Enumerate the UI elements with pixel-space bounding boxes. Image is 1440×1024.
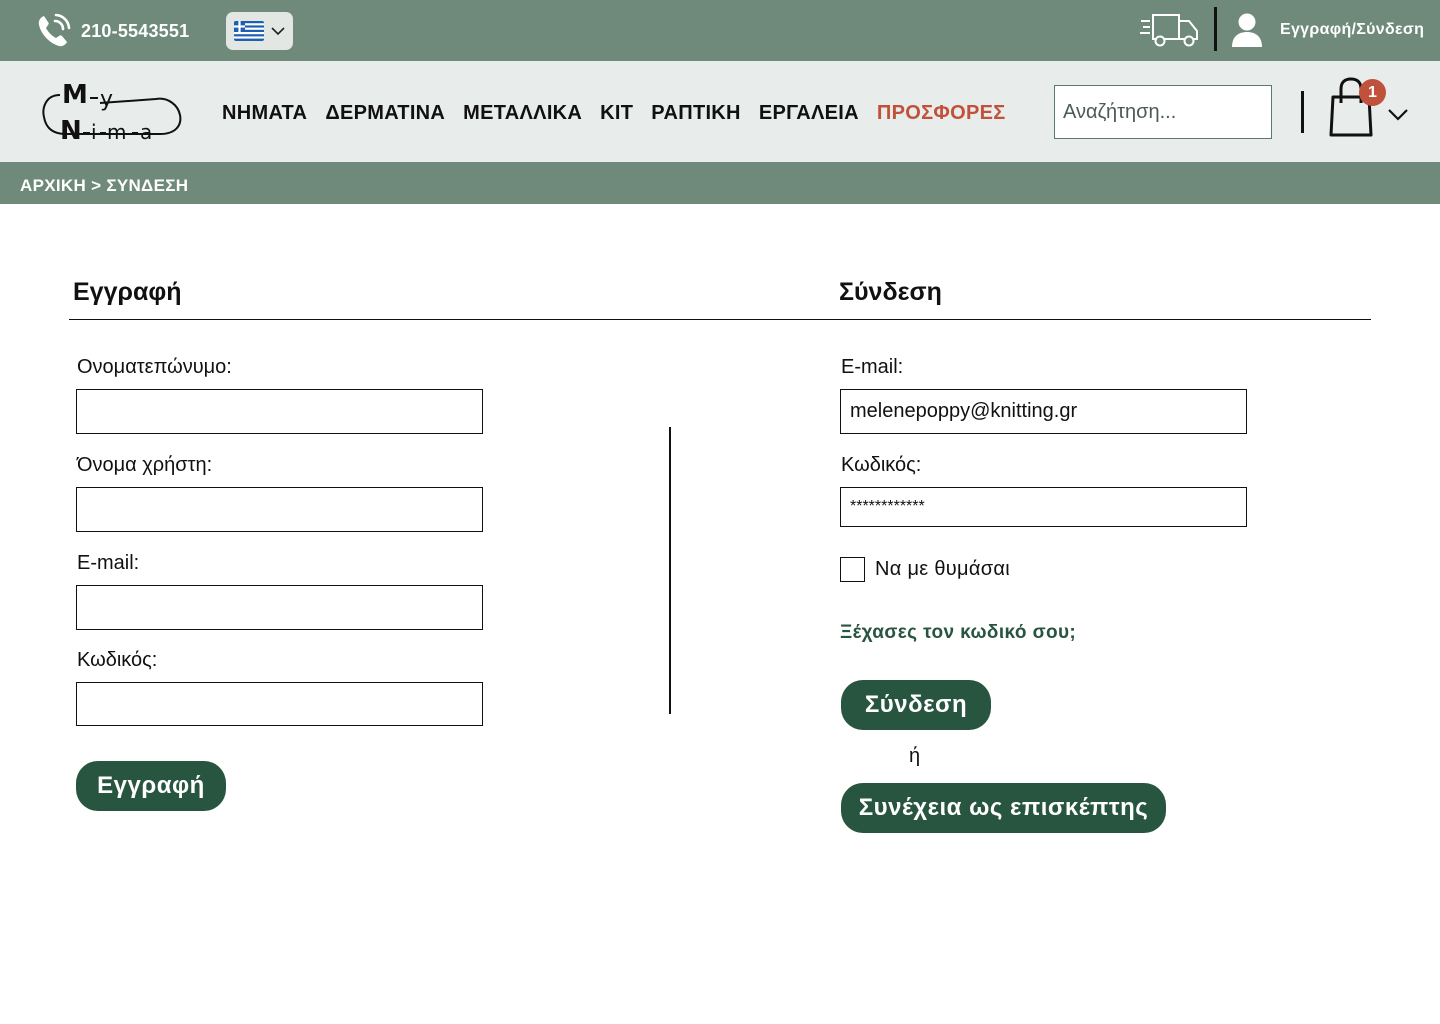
- fullname-field-box: [76, 389, 483, 434]
- svg-text:y: y: [100, 87, 113, 112]
- search-input[interactable]: [1055, 86, 1271, 138]
- register-email-label: E-mail:: [77, 552, 140, 574]
- register-password-label: Κωδικός:: [77, 649, 158, 671]
- main-nav: ΝΗΜΑΤΑ ΔΕΡΜΑΤΙΝΑ ΜΕΤΑΛΛΙΚΑ ΚΙΤ ΡΑΠΤΙΚΗ Ε…: [222, 102, 1006, 125]
- login-email-field-box: [840, 389, 1247, 434]
- header-divider: [1301, 91, 1304, 133]
- remember-me-label[interactable]: Να με θυμάσαι: [875, 558, 1010, 581]
- svg-text:N: N: [60, 116, 82, 146]
- register-login-link[interactable]: Εγγραφή/Σύνδεση: [1280, 21, 1424, 39]
- login-email-input[interactable]: [841, 390, 1246, 433]
- nav-item-kit[interactable]: ΚΙΤ: [600, 102, 633, 125]
- svg-text:m: m: [107, 120, 126, 144]
- topbar-divider: [1214, 7, 1217, 51]
- svg-text:i: i: [91, 120, 97, 144]
- phone-number[interactable]: 210-5543551: [81, 21, 189, 42]
- or-separator: ή: [909, 745, 921, 767]
- nav-item-metallic[interactable]: ΜΕΤΑΛΛΙΚΑ: [463, 102, 582, 125]
- nav-item-offers[interactable]: ΠΡΟΣΦΟΡΕΣ: [877, 102, 1006, 125]
- login-email-label: E-mail:: [841, 356, 904, 378]
- search-box: [1054, 85, 1272, 139]
- chevron-down-icon: [271, 27, 285, 36]
- top-bar: 210-5543551 Εγγραφή/Σύνδεση: [0, 0, 1440, 61]
- cart-count-badge: 1: [1359, 79, 1386, 106]
- breadcrumb: ΑΡΧΙΚΗ > ΣΥΝΔΕΣΗ: [0, 162, 1440, 204]
- main-header: M y N i m a ΝΗΜΑΤΑ ΔΕΡΜΑΤΙΝΑ ΜΕΤΑΛΛΙΚΑ Κ…: [0, 61, 1440, 162]
- fullname-input[interactable]: [77, 390, 482, 433]
- login-password-input[interactable]: [841, 488, 1246, 526]
- register-password-input[interactable]: [77, 683, 482, 725]
- login-password-field-box: [840, 487, 1247, 527]
- register-email-input[interactable]: [77, 586, 482, 629]
- breadcrumb-trail: ΑΡΧΙΚΗ > ΣΥΝΔΕΣΗ: [20, 176, 188, 196]
- username-input[interactable]: [77, 488, 482, 531]
- svg-text:M: M: [62, 80, 88, 110]
- section-divider: [69, 319, 1371, 320]
- language-selector[interactable]: [226, 12, 293, 50]
- login-password-label: Κωδικός:: [841, 454, 922, 476]
- breadcrumb-home[interactable]: ΑΡΧΙΚΗ: [20, 176, 86, 195]
- login-button[interactable]: Σύνδεση: [841, 680, 991, 730]
- breadcrumb-separator: >: [86, 176, 107, 195]
- register-button[interactable]: Εγγραφή: [76, 761, 226, 811]
- column-divider: [669, 427, 671, 714]
- register-email-field-box: [76, 585, 483, 630]
- fullname-label: Ονοματεπώνυμο:: [77, 356, 232, 378]
- nav-item-threads[interactable]: ΝΗΜΑΤΑ: [222, 102, 307, 125]
- phone-icon: [38, 13, 71, 47]
- user-icon[interactable]: [1230, 12, 1264, 48]
- nav-item-sewing[interactable]: ΡΑΠΤΙΚΗ: [651, 102, 741, 125]
- delivery-truck-icon: [1140, 14, 1198, 47]
- breadcrumb-current: ΣΥΝΔΕΣΗ: [106, 176, 189, 195]
- register-title: Εγγραφή: [73, 278, 182, 306]
- login-title: Σύνδεση: [839, 278, 942, 306]
- username-field-box: [76, 487, 483, 532]
- guest-checkout-button[interactable]: Συνέχεια ως επισκέπτης: [841, 783, 1166, 833]
- nav-item-tools[interactable]: ΕΡΓΑΛΕΙΑ: [759, 102, 859, 125]
- greek-flag-icon: [234, 21, 264, 41]
- chevron-down-icon[interactable]: [1387, 106, 1409, 122]
- svg-text:a: a: [140, 120, 152, 144]
- remember-me-checkbox[interactable]: [840, 557, 865, 582]
- nav-item-leather[interactable]: ΔΕΡΜΑΤΙΝΑ: [325, 102, 445, 125]
- forgot-password-link[interactable]: Ξέχασες τον κωδικό σου;: [840, 622, 1076, 644]
- logo[interactable]: M y N i m a: [40, 79, 185, 147]
- register-password-field-box: [76, 682, 483, 726]
- username-label: Όνομα χρήστη:: [77, 454, 213, 476]
